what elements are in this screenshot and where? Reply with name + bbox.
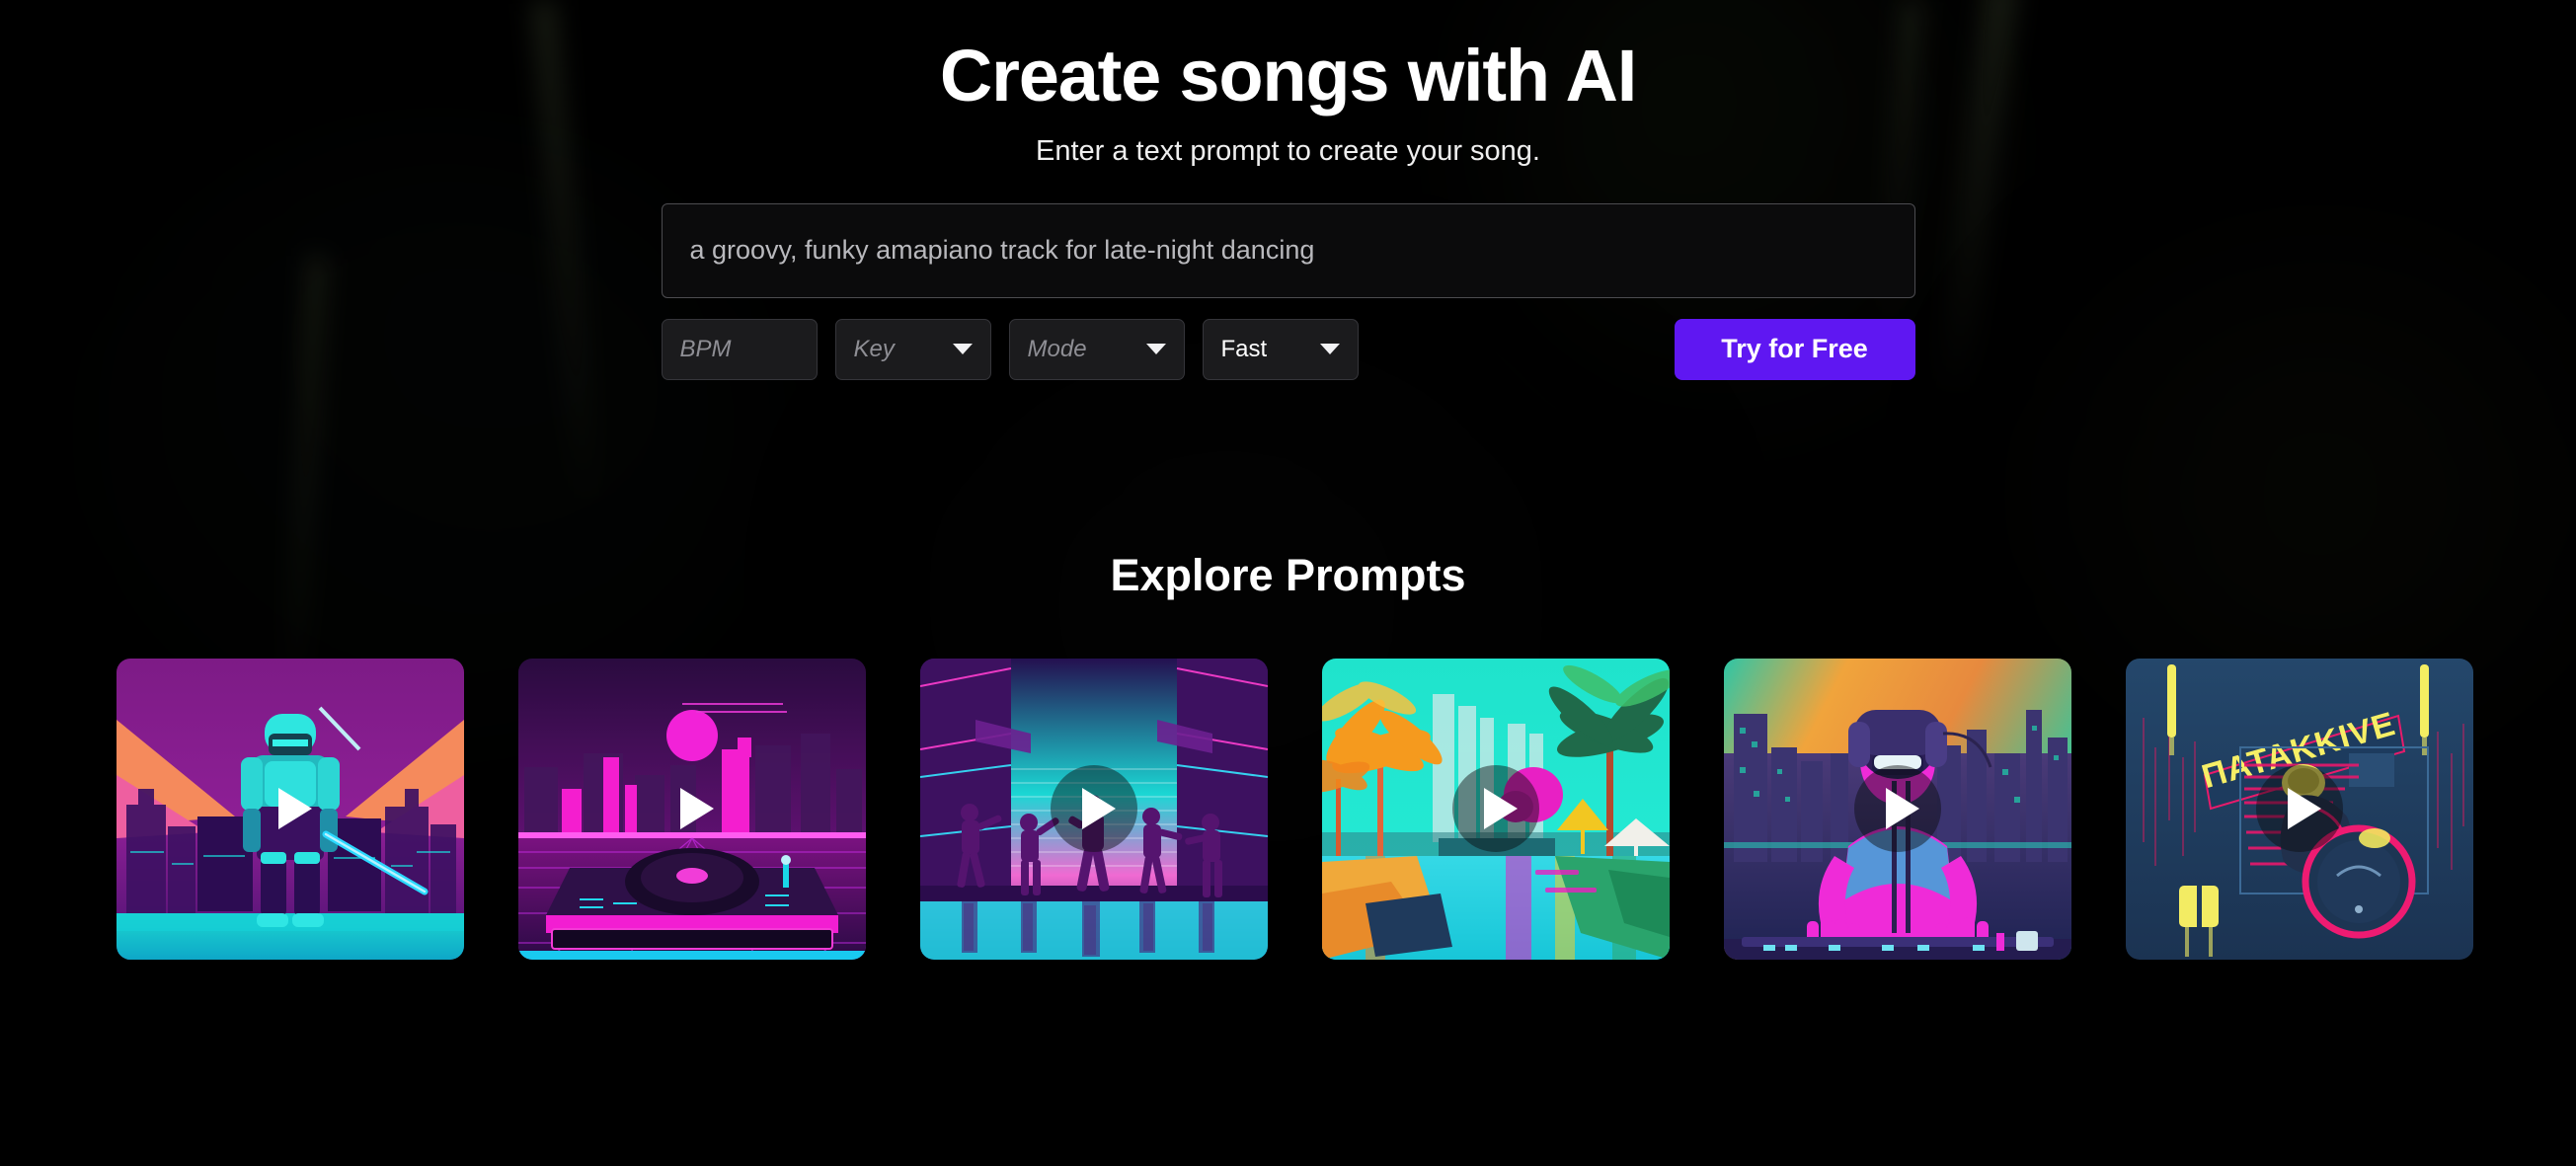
- play-button[interactable]: [649, 765, 736, 852]
- card-neon-dancers[interactable]: [920, 658, 1268, 960]
- play-button[interactable]: [1854, 765, 1941, 853]
- mode-label: Mode: [1027, 335, 1087, 362]
- play-icon: [1483, 788, 1518, 830]
- play-icon: [1885, 788, 1919, 830]
- page-title: Create songs with AI: [939, 35, 1637, 117]
- play-icon: [2287, 788, 2321, 830]
- page-root: Create songs with AI Enter a text prompt…: [0, 0, 2576, 1166]
- speed-dropdown[interactable]: Fast: [1202, 318, 1359, 380]
- play-icon: [679, 788, 714, 830]
- chevron-down-icon: [1145, 344, 1166, 355]
- prompt-cards-row: ΠΑΤΑΚΚΙVE: [0, 658, 2576, 960]
- bpm-label: BPM: [679, 335, 732, 362]
- play-button[interactable]: [247, 765, 334, 852]
- card-cyber-samurai[interactable]: [117, 658, 464, 960]
- chevron-down-icon: [952, 344, 973, 355]
- key-dropdown[interactable]: Key: [834, 318, 991, 380]
- try-for-free-button[interactable]: Try for Free: [1674, 318, 1915, 380]
- chevron-down-icon: [1319, 344, 1340, 355]
- speed-label: Fast: [1220, 335, 1268, 362]
- bpm-field[interactable]: BPM: [661, 318, 818, 380]
- play-button[interactable]: [1452, 765, 1539, 853]
- hero-subtitle: Enter a text prompt to create your song.: [1036, 134, 1540, 167]
- play-button[interactable]: [1051, 765, 1137, 853]
- play-icon: [1081, 788, 1116, 830]
- play-icon: [277, 788, 312, 830]
- hero-section: Create songs with AI Enter a text prompt…: [0, 0, 2576, 168]
- key-label: Key: [853, 335, 895, 362]
- card-neon-drums[interactable]: ΠΑΤΑΚΚΙVE: [2126, 658, 2473, 960]
- mode-dropdown[interactable]: Mode: [1008, 318, 1185, 380]
- card-dj-skyline[interactable]: [1724, 658, 2071, 960]
- play-button[interactable]: [2256, 765, 2343, 853]
- song-composer: BPM Key Mode Fast Try for Free: [661, 202, 1915, 380]
- explore-prompts-title: Explore Prompts: [1110, 549, 1466, 600]
- card-tropical-canal[interactable]: [1322, 658, 1670, 960]
- prompt-input[interactable]: [661, 202, 1915, 298]
- explore-prompts-section: Explore Prompts ΠΑΤΑΚΚΙVE: [0, 550, 2576, 960]
- card-synth-turntable[interactable]: [518, 658, 866, 960]
- composer-controls: BPM Key Mode Fast Try for Free: [661, 318, 1915, 380]
